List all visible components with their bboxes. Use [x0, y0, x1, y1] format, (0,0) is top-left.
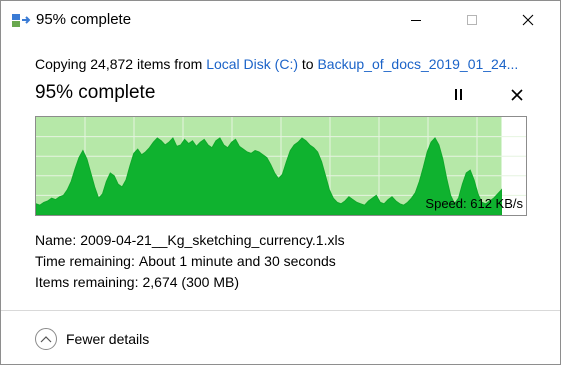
pause-icon [455, 89, 462, 100]
items-remaining-value: 2,674 (300 MB) [142, 274, 239, 290]
cancel-icon [511, 89, 523, 101]
copy-prefix: Copying 24,872 items from [35, 56, 207, 72]
cancel-copy-button[interactable] [507, 85, 527, 105]
detail-items: Items remaining: 2,674 (300 MB) [35, 274, 239, 290]
maximize-icon [467, 15, 477, 25]
chevron-up-icon [35, 328, 57, 350]
copy-progress-dialog: 95% complete Copying 24,872 items from L… [0, 0, 561, 365]
copy-to-text: to [298, 56, 318, 72]
maximize-button[interactable] [449, 1, 495, 39]
pause-button[interactable] [449, 85, 469, 105]
title-bar[interactable]: 95% complete [1, 1, 560, 39]
close-icon [522, 14, 534, 26]
fewer-details-label: Fewer details [66, 331, 150, 347]
time-remaining-value: About 1 minute and 30 seconds [138, 253, 336, 269]
minimize-icon [411, 20, 421, 21]
source-link[interactable]: Local Disk (C:) [206, 56, 298, 72]
detail-name: Name: 2009-04-21__Kg_sketching_currency.1… [35, 232, 345, 248]
speed-label: Speed: 612 KB/s [425, 196, 523, 211]
items-remaining-label: Items remaining: [35, 274, 139, 290]
progress-title: 95% complete [35, 82, 156, 103]
window-title: 95% complete [36, 11, 132, 28]
name-value: 2009-04-21__Kg_sketching_currency.1.xls [80, 232, 345, 248]
name-label: Name: [35, 232, 77, 248]
minimize-button[interactable] [393, 1, 439, 39]
time-remaining-label: Time remaining: [35, 253, 135, 269]
transfer-speed-graph: Speed: 612 KB/s [35, 116, 527, 216]
fewer-details-toggle[interactable]: Fewer details [35, 327, 149, 351]
footer-divider [1, 310, 560, 311]
copy-description: Copying 24,872 items from Local Disk (C:… [35, 56, 535, 72]
close-button[interactable] [505, 1, 551, 39]
detail-time: Time remaining: About 1 minute and 30 sec… [35, 253, 336, 269]
destination-link[interactable]: Backup_of_docs_2019_01_24... [317, 56, 518, 72]
file-copy-icon [12, 12, 32, 28]
